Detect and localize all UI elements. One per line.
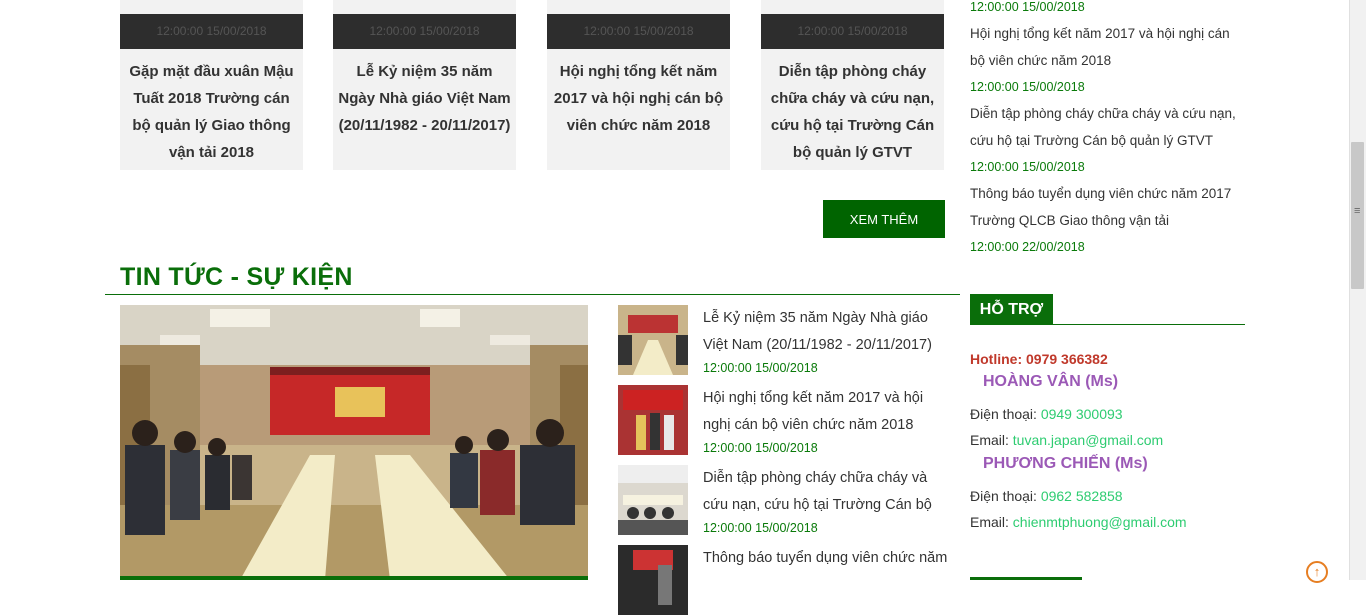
scrollbar-grip-icon: ≡ (1354, 205, 1361, 217)
news-title[interactable]: Lễ Kỷ niệm 35 năm Ngày Nhà giáo Việt Nam… (703, 305, 953, 359)
support-divider (970, 324, 1245, 325)
news-list-item[interactable]: Diễn tập phòng cháy chữa cháy và cứu nạn… (618, 465, 948, 535)
card-title[interactable]: Hội nghị tổng kết năm 2017 và hội nghị c… (547, 58, 730, 139)
news-thumbnail[interactable] (618, 305, 688, 375)
sidebar-news-title[interactable]: Diễn tập phòng cháy chữa cháy và cứu nạn… (970, 100, 1245, 154)
contact-name: PHƯƠNG CHIẾN (Ms) (983, 455, 1148, 472)
contact-email: Email: chienmtphuong@gmail.com (970, 514, 1187, 530)
news-card[interactable]: 12:00:00 15/00/2018 Gặp mặt đầu xuân Mậu… (120, 0, 303, 170)
news-title[interactable]: Thông báo tuyển dụng viên chức năm (703, 545, 953, 572)
featured-news-image[interactable] (120, 305, 588, 580)
news-date: 12:00:00 15/00/2018 (703, 521, 818, 535)
section-title: TIN TỨC - SỰ KIỆN (120, 263, 353, 291)
sidebar-date: 12:00:00 22/00/2018 (970, 240, 1085, 254)
news-list-item[interactable]: Thông báo tuyển dụng viên chức năm (618, 545, 948, 615)
news-title[interactable]: Hội nghị tổng kết năm 2017 và hội nghị c… (703, 385, 953, 439)
page-scrollbar[interactable] (1349, 0, 1366, 580)
sidebar-date: 12:00:00 15/00/2018 (970, 160, 1085, 174)
contact-phone: Điện thoại: 0949 300093 (970, 406, 1123, 422)
section-divider (105, 294, 960, 295)
card-date: 12:00:00 15/00/2018 (761, 14, 944, 49)
card-title[interactable]: Diễn tập phòng cháy chữa cháy và cứu nạn… (761, 58, 944, 166)
sidebar-date: 12:00:00 15/00/2018 (970, 80, 1085, 94)
card-title[interactable]: Gặp mặt đầu xuân Mậu Tuất 2018 Trường cá… (120, 58, 303, 166)
news-card[interactable]: 12:00:00 15/00/2018 Hội nghị tổng kết nă… (547, 0, 730, 170)
news-date: 12:00:00 15/00/2018 (703, 361, 818, 375)
news-thumbnail[interactable] (618, 385, 688, 455)
email-link[interactable]: tuvan.japan@gmail.com (1013, 432, 1163, 448)
card-date: 12:00:00 15/00/2018 (120, 14, 303, 49)
news-list-item[interactable]: Hội nghị tổng kết năm 2017 và hội nghị c… (618, 385, 948, 455)
phone-label: Điện thoại: (970, 406, 1037, 422)
hotline[interactable]: Hotline: 0979 366382 (970, 351, 1108, 367)
news-thumbnail[interactable] (618, 545, 688, 615)
sidebar-date: 12:00:00 15/00/2018 (970, 0, 1085, 14)
news-title[interactable]: Diễn tập phòng cháy chữa cháy và cứu nạn… (703, 465, 953, 519)
email-link[interactable]: chienmtphuong@gmail.com (1013, 514, 1187, 530)
card-date: 12:00:00 15/00/2018 (547, 14, 730, 49)
news-list-item[interactable]: Lễ Kỷ niệm 35 năm Ngày Nhà giáo Việt Nam… (618, 305, 948, 375)
email-label: Email: (970, 432, 1009, 448)
see-more-button[interactable]: XEM THÊM (823, 200, 945, 238)
sidebar-news-title[interactable]: Hội nghị tổng kết năm 2017 và hội nghị c… (970, 20, 1245, 74)
contact-name: HOÀNG VÂN (Ms) (983, 373, 1119, 390)
contact-phone: Điện thoại: 0962 582858 (970, 488, 1123, 504)
support-title: HỖ TRỢ (970, 294, 1053, 325)
news-thumbnail[interactable] (618, 465, 688, 535)
conference-photo (120, 305, 588, 580)
card-date: 12:00:00 15/00/2018 (333, 14, 516, 49)
phone-link[interactable]: 0949 300093 (1041, 406, 1123, 422)
card-title[interactable]: Lễ Kỷ niệm 35 năm Ngày Nhà giáo Việt Nam… (333, 58, 516, 139)
news-card[interactable]: 12:00:00 15/00/2018 Lễ Kỷ niệm 35 năm Ng… (333, 0, 516, 170)
sidebar-news-title[interactable]: Thông báo tuyển dụng viên chức năm 2017 … (970, 180, 1245, 234)
email-label: Email: (970, 514, 1009, 530)
phone-label: Điện thoại: (970, 488, 1037, 504)
news-date: 12:00:00 15/00/2018 (703, 441, 818, 455)
phone-link[interactable]: 0962 582858 (1041, 488, 1123, 504)
contact-email: Email: tuvan.japan@gmail.com (970, 432, 1163, 448)
featured-caption-bar (120, 576, 588, 580)
news-card[interactable]: 12:00:00 15/00/2018 Diễn tập phòng cháy … (761, 0, 944, 170)
